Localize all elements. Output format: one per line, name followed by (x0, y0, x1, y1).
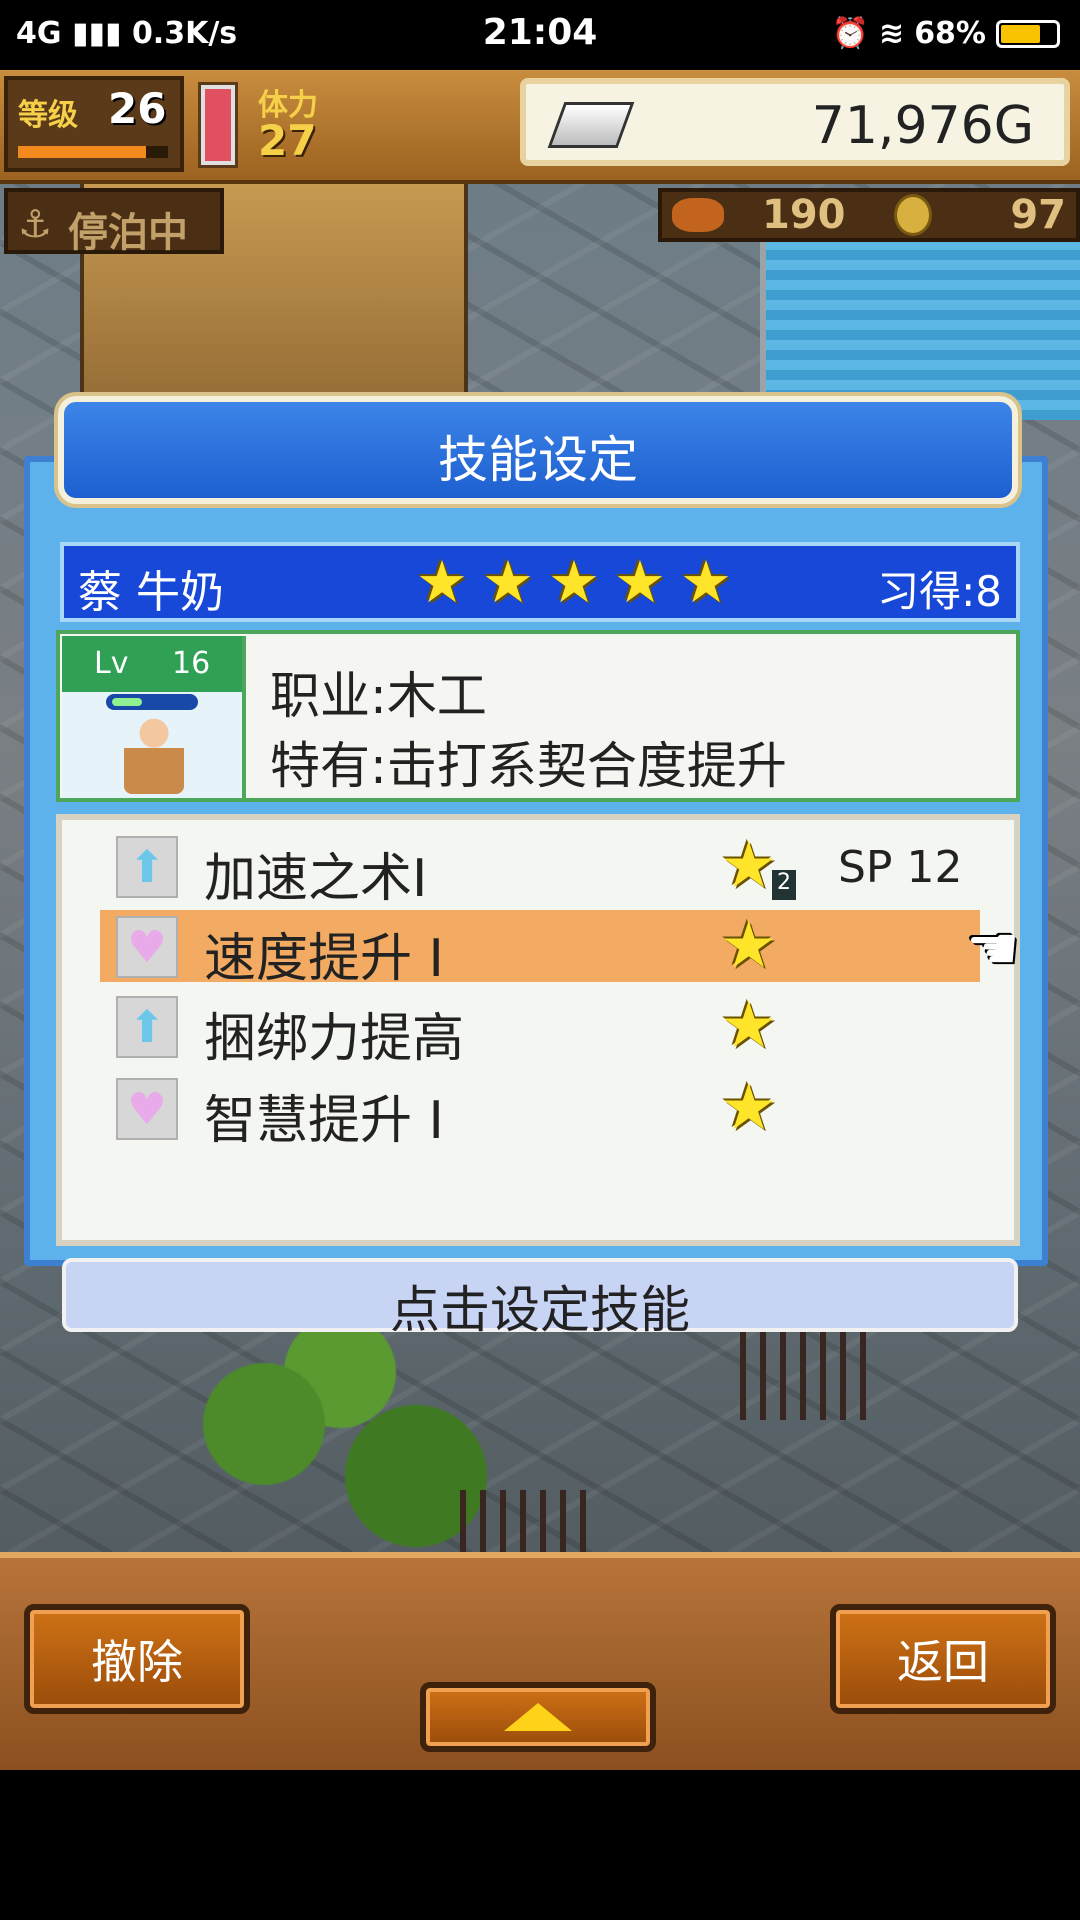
learned-count: 习得:8 (877, 567, 1002, 616)
character-name: 蔡 牛奶 (78, 567, 224, 618)
star-icon: ★ (720, 989, 778, 1063)
level-panel: 等级 26 (4, 76, 184, 172)
exp-bar (18, 146, 168, 158)
dock-status: 停泊中 (68, 210, 188, 256)
triangle-up-icon (504, 1703, 572, 1731)
skill-name: 捆绑力提高 (204, 1009, 465, 1069)
skill-name: 加速之术I (204, 849, 428, 909)
skill-row-selected[interactable]: ♥ 速度提升 I ★ (100, 909, 980, 989)
rank-stars: ★ ★ ★ ★ ★ (416, 552, 732, 612)
character-sprite (124, 718, 184, 794)
stamina-value: 27 (258, 116, 317, 165)
top-hud: 等级 26 体力 27 71,976G (0, 70, 1080, 184)
character-info: Lv 16 职业:木工 特有:击打系契合度提升 (56, 630, 1020, 802)
bottom-bar: 撤除 返回 (0, 1552, 1080, 1776)
dock-status-panel[interactable]: ⚓ 停泊中 (4, 188, 224, 256)
hint-text: 点击设定技能 (390, 1281, 690, 1339)
skill-row[interactable]: ⬆ 捆绑力提高 ★ (100, 989, 980, 1069)
status-bar: 4G ▮▮▮ 0.3K/s 21:04 ⏰ ≋ 68% (0, 0, 1080, 70)
battery-percent: 68% (914, 16, 986, 51)
star-icon: ★ (548, 548, 600, 616)
dialog-title-bar: 技能设定 (58, 396, 1018, 504)
resources-panel: 190 97 (658, 188, 1080, 242)
back-button[interactable]: 返回 (830, 1604, 1056, 1714)
portrait-level: Lv 16 (62, 636, 242, 692)
job-text: 职业:木工 (270, 667, 487, 725)
star-icon: ★ (614, 548, 666, 616)
anchor-icon: ⚓ (18, 202, 53, 246)
skill-name: 智慧提升 I (204, 1091, 444, 1151)
medal-count: 97 (1010, 192, 1066, 238)
food-count: 190 (762, 192, 846, 238)
star-icon: ★ (680, 548, 732, 616)
portrait-exp-bar (106, 694, 198, 710)
star-icon: ★ (720, 909, 778, 983)
scroll-up-button[interactable] (420, 1682, 656, 1752)
skill-list: ⬆ 加速之术I ★ 2 SP 12 ♥ 速度提升 I ★ ⬆ 捆绑力提高 ★ ♥… (56, 814, 1020, 1246)
remove-button[interactable]: 撤除 (24, 1604, 250, 1714)
skill-row[interactable]: ♥ 智慧提升 I ★ (100, 1071, 980, 1151)
meat-icon (672, 198, 724, 232)
star-icon: ★ (720, 1071, 778, 1145)
gold-panel: 71,976G (520, 78, 1070, 166)
portrait-level-value: 16 (172, 646, 211, 681)
water-pool (760, 220, 1080, 420)
fence (740, 1330, 870, 1420)
gold-amount: 71,976G (811, 96, 1034, 156)
alarm-icon: ⏰ (831, 16, 870, 51)
letterbox (0, 1770, 1080, 1920)
star-level-badge: 2 (772, 870, 796, 900)
silver-bar-icon (547, 102, 635, 148)
arrow-up-icon: ⬆ (116, 836, 178, 898)
character-portrait: Lv 16 (62, 636, 246, 798)
skill-name: 速度提升 I (204, 929, 444, 989)
battery-icon (996, 19, 1060, 48)
pointing-hand-icon: ☚ (966, 914, 1020, 984)
dialog-title: 技能设定 (438, 431, 638, 489)
star-icon: ★ (720, 829, 778, 903)
wifi-icon: ≋ (879, 16, 905, 51)
special-trait-text: 特有:击打系契合度提升 (270, 737, 787, 795)
heart-icon: ♥ (116, 1078, 178, 1140)
heart-icon: ♥ (116, 916, 178, 978)
level-label: 等级 (18, 98, 78, 133)
stamina-bar (198, 82, 238, 168)
star-icon: ★ (416, 548, 468, 616)
hint-bar[interactable]: 点击设定技能 (62, 1258, 1018, 1339)
skill-sp-cost: SP 12 (838, 842, 963, 893)
star-icon: ★ (482, 548, 534, 616)
portrait-level-label: Lv (94, 646, 129, 681)
arrow-up-icon: ⬆ (116, 996, 178, 1058)
skill-row[interactable]: ⬆ 加速之术I ★ 2 SP 12 (100, 829, 980, 909)
system-icons: ⏰ ≋ 68% (832, 16, 1060, 51)
medal-icon (894, 194, 932, 236)
level-value: 26 (108, 84, 167, 133)
character-bar: 蔡 牛奶 ★ ★ ★ ★ ★ 习得:8 (60, 542, 1020, 622)
